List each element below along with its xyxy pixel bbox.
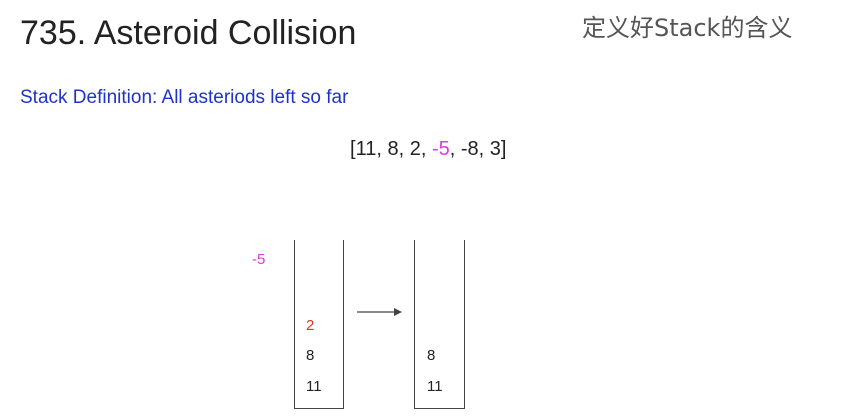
stack-before-left-wall — [294, 240, 295, 408]
stack-after-floor — [414, 408, 465, 409]
array-item: 8 — [387, 138, 399, 160]
stack-before-item: 11 — [306, 378, 322, 395]
stack-definition-text: Stack Definition: All asteriods left so … — [20, 87, 349, 108]
stack-before-floor — [294, 408, 344, 409]
subtitle-note: 定义好Stack的含义 — [582, 14, 793, 42]
stack-after-top-item: 8 — [427, 347, 436, 364]
arrow-right-icon — [357, 308, 402, 316]
incoming-asteroid: -5 — [252, 251, 266, 268]
array-item: 2 — [409, 138, 421, 160]
page-title: 735. Asteroid Collision — [20, 14, 357, 52]
stack-after-left-wall — [414, 240, 415, 408]
array-item: 3 — [489, 138, 501, 160]
stack-after-item: 11 — [427, 378, 443, 395]
stack-after-right-wall — [464, 240, 465, 408]
array-item-current: -5 — [431, 138, 450, 160]
array-item: 11 — [355, 138, 377, 160]
stack-before-item: 8 — [306, 347, 315, 364]
stack-before-top-item: 2 — [306, 317, 315, 334]
array-close-bracket: ] — [500, 138, 507, 160]
array-item: -8 — [460, 138, 479, 160]
input-array: [11, 8, 2, -5, -8, 3] — [350, 138, 507, 160]
stack-before-right-wall — [343, 240, 344, 408]
